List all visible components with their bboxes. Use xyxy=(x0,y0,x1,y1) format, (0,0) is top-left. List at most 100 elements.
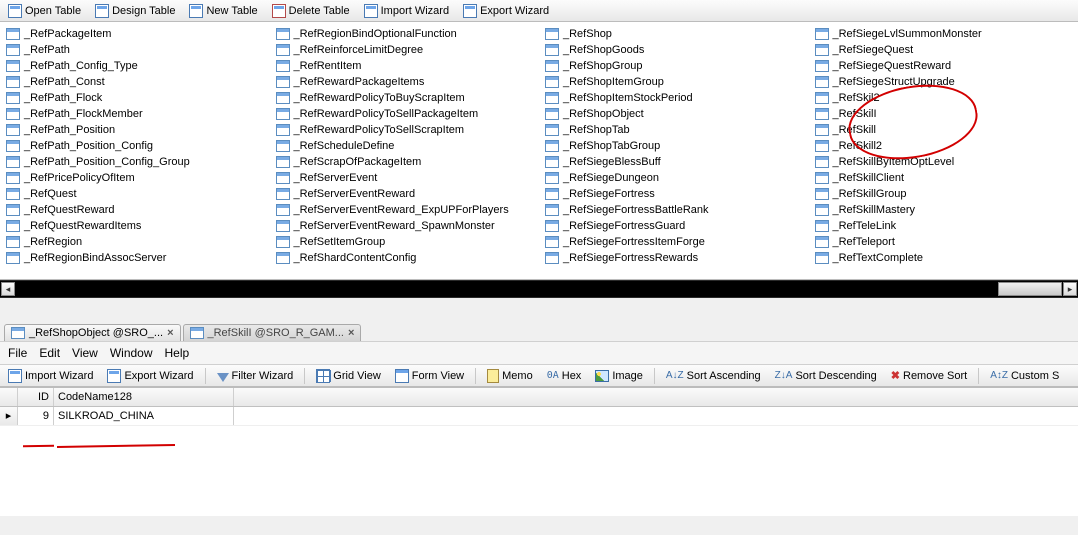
funnel-icon xyxy=(217,373,229,382)
menu-file[interactable]: File xyxy=(8,346,27,360)
table-item[interactable]: _RefQuestRewardItems xyxy=(6,218,270,234)
table-item[interactable]: _RefSkilI xyxy=(815,106,1078,122)
table-item[interactable]: _RefTextComplete xyxy=(815,250,1078,266)
table-item[interactable]: _RefServerEventReward xyxy=(276,186,540,202)
table-item[interactable]: _RefShopGroup xyxy=(545,58,809,74)
table-item[interactable]: _RefShopGoods xyxy=(545,42,809,58)
table-item[interactable]: _RefPath_Position_Config xyxy=(6,138,270,154)
table-item[interactable]: _RefRentItem xyxy=(276,58,540,74)
table-item[interactable]: _RefServerEvent xyxy=(276,170,540,186)
table-item[interactable]: _RefSiegeStructUpgrade xyxy=(815,74,1078,90)
table-item[interactable]: _RefSiegeQuestReward xyxy=(815,58,1078,74)
col-header-code[interactable]: CodeName128 xyxy=(54,388,234,406)
row-indicator-icon[interactable]: ▸ xyxy=(0,407,18,425)
table-item[interactable]: _RefPath_Const xyxy=(6,74,270,90)
table-item[interactable]: _RefSkillClient xyxy=(815,170,1078,186)
table-item[interactable]: _RefQuestReward xyxy=(6,202,270,218)
table-item[interactable]: _RefSkillByItemOptLevel xyxy=(815,154,1078,170)
table-item[interactable]: _RefPricePolicyOfItem xyxy=(6,170,270,186)
form-view-button[interactable]: Form View xyxy=(390,367,469,385)
menu-help[interactable]: Help xyxy=(165,346,190,360)
remove-sort-button[interactable]: ✖ Remove Sort xyxy=(886,367,972,384)
table-item[interactable]: _RefTeleport xyxy=(815,234,1078,250)
table-item[interactable]: _RefScheduleDefine xyxy=(276,138,540,154)
table-item[interactable]: _RefShopTabGroup xyxy=(545,138,809,154)
table-item[interactable]: _RefSkillGroup xyxy=(815,186,1078,202)
table-item[interactable]: _RefShop xyxy=(545,26,809,42)
close-tab-icon[interactable]: × xyxy=(348,327,354,339)
menu-view[interactable]: View xyxy=(72,346,98,360)
table-item[interactable]: _RefSetItemGroup xyxy=(276,234,540,250)
import-wizard-button[interactable]: Import Wizard xyxy=(359,2,454,20)
custom-sort-button[interactable]: A↕Z Custom S xyxy=(985,368,1064,384)
sort-asc-button[interactable]: A↓Z Sort Ascending xyxy=(661,368,766,384)
table-item[interactable]: _RefPath_Config_Type xyxy=(6,58,270,74)
table-item[interactable]: _RefSkill xyxy=(815,122,1078,138)
table-item[interactable]: _RefRegionBindOptionalFunction xyxy=(276,26,540,42)
export-wizard-button[interactable]: Export Wizard xyxy=(458,2,554,20)
table-item[interactable]: _RefRewardPolicyToSellScrapItem xyxy=(276,122,540,138)
table-item[interactable]: _RefPath_FlockMember xyxy=(6,106,270,122)
table-item[interactable]: _RefShopObject xyxy=(545,106,809,122)
close-tab-icon[interactable]: × xyxy=(167,327,173,339)
export-wizard-button-2[interactable]: Export Wizard xyxy=(102,367,198,385)
table-item[interactable]: _RefShopItemGroup xyxy=(545,74,809,90)
table-item[interactable]: _RefSiegeQuest xyxy=(815,42,1078,58)
table-item[interactable]: _RefSiegeFortressGuard xyxy=(545,218,809,234)
table-item[interactable]: _RefQuest xyxy=(6,186,270,202)
grid-view-button[interactable]: Grid View xyxy=(311,367,385,385)
scroll-left-arrow-icon[interactable]: ◂ xyxy=(1,282,15,296)
table-item[interactable]: _RefRegion xyxy=(6,234,270,250)
delete-table-button[interactable]: Delete Table xyxy=(267,2,355,20)
table-item[interactable]: _RefRewardPolicyToSellPackageItem xyxy=(276,106,540,122)
table-item[interactable]: _RefSiegeFortressBattleRank xyxy=(545,202,809,218)
table-item[interactable]: _RefShopTab xyxy=(545,122,809,138)
import-wizard-button-2[interactable]: Import Wizard xyxy=(3,367,98,385)
cell-id[interactable]: 9 xyxy=(18,407,54,425)
table-item[interactable]: _RefReinforceLimitDegree xyxy=(276,42,540,58)
table-item[interactable]: _RefRewardPolicyToBuyScrapItem xyxy=(276,90,540,106)
image-button[interactable]: Image xyxy=(590,368,648,384)
row-header-corner[interactable] xyxy=(0,388,18,406)
hex-button[interactable]: 0A Hex xyxy=(542,368,587,384)
table-item[interactable]: _RefShardContentConfig xyxy=(276,250,540,266)
horizontal-scrollbar[interactable]: ◂ ▸ xyxy=(0,280,1078,298)
table-item[interactable]: _RefRewardPackageItems xyxy=(276,74,540,90)
table-item[interactable]: _RefPath_Position xyxy=(6,122,270,138)
filter-wizard-button[interactable]: Filter Wizard xyxy=(212,368,299,384)
table-item[interactable]: _RefTeleLink xyxy=(815,218,1078,234)
table-item[interactable]: _RefSiegeLvlSummonMonster xyxy=(815,26,1078,42)
table-item[interactable]: _RefPath_Flock xyxy=(6,90,270,106)
table-item[interactable]: _RefScrapOfPackageItem xyxy=(276,154,540,170)
table-item[interactable]: _RefServerEventReward_SpawnMonster xyxy=(276,218,540,234)
table-item[interactable]: _RefSkill2 xyxy=(815,138,1078,154)
scroll-thumb[interactable] xyxy=(998,282,1062,296)
table-item[interactable]: _RefSiegeFortress xyxy=(545,186,809,202)
tab-refskili[interactable]: _RefSkilI @SRO_R_GAM... × xyxy=(183,324,362,341)
table-item[interactable]: _RefSkil2 xyxy=(815,90,1078,106)
table-item[interactable]: _RefSkillMastery xyxy=(815,202,1078,218)
new-table-button[interactable]: New Table xyxy=(184,2,262,20)
table-item[interactable]: _RefSiegeFortressRewards xyxy=(545,250,809,266)
table-item[interactable]: _RefSiegeBlessBuff xyxy=(545,154,809,170)
menu-edit[interactable]: Edit xyxy=(39,346,60,360)
col-header-id[interactable]: ID xyxy=(18,388,54,406)
tab-refshopobject[interactable]: _RefShopObject @SRO_... × xyxy=(4,324,181,341)
scroll-right-arrow-icon[interactable]: ▸ xyxy=(1063,282,1077,296)
memo-button[interactable]: Memo xyxy=(482,367,538,385)
design-table-button[interactable]: Design Table xyxy=(90,2,180,20)
cell-code[interactable]: SILKROAD_CHINA xyxy=(54,407,234,425)
table-item[interactable]: _RefSiegeDungeon xyxy=(545,170,809,186)
table-item[interactable]: _RefPackageItem xyxy=(6,26,270,42)
table-item[interactable]: _RefPath xyxy=(6,42,270,58)
table-item[interactable]: _RefShopItemStockPeriod xyxy=(545,90,809,106)
table-row[interactable]: ▸ 9 SILKROAD_CHINA xyxy=(0,407,1078,426)
table-item[interactable]: _RefRegionBindAssocServer xyxy=(6,250,270,266)
menu-window[interactable]: Window xyxy=(110,346,153,360)
open-table-button[interactable]: Open Table xyxy=(3,2,86,20)
table-item-label: _RefTeleport xyxy=(833,234,895,250)
table-item[interactable]: _RefServerEventReward_ExpUPForPlayers xyxy=(276,202,540,218)
table-item[interactable]: _RefPath_Position_Config_Group xyxy=(6,154,270,170)
sort-desc-button[interactable]: Z↓A Sort Descending xyxy=(770,368,882,384)
table-item[interactable]: _RefSiegeFortressItemForge xyxy=(545,234,809,250)
